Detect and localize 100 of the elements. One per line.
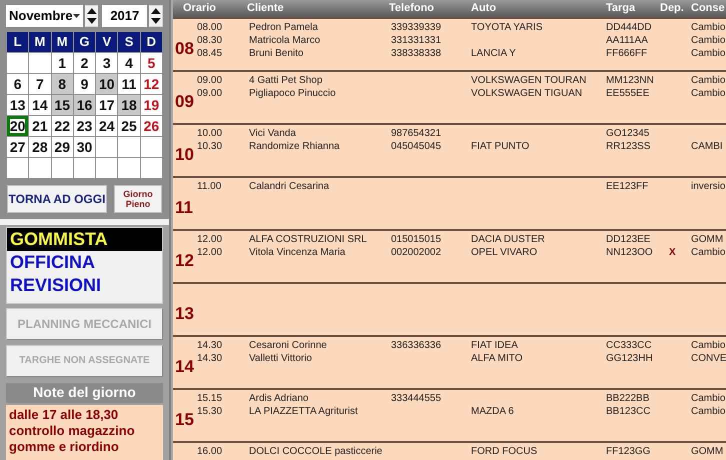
hour-label: 13: [175, 303, 194, 325]
plate-cell: GO12345: [606, 128, 650, 140]
hour-label: 08: [175, 38, 194, 60]
calendar-day[interactable]: 11: [118, 74, 140, 94]
plate-cell: NN123OO: [606, 247, 653, 259]
car-cell: VOLKSWAGEN TOURAN: [471, 75, 586, 87]
service-cell: inversio: [691, 181, 726, 193]
car-cell: OPEL VIVARO: [471, 247, 538, 259]
calendar-day[interactable]: 25: [118, 116, 140, 136]
calendar-day[interactable]: 30: [74, 137, 96, 157]
calendar-day[interactable]: 24: [96, 116, 118, 136]
calendar-day[interactable]: 21: [29, 116, 51, 136]
service-cell: Cambio: [691, 22, 726, 34]
time-cell: 14.30: [197, 353, 222, 365]
calendar-day[interactable]: 8: [52, 74, 73, 94]
calendar-day[interactable]: 5: [140, 53, 162, 73]
phone-cell: 339339339: [391, 22, 442, 34]
service-cell: Cambio: [691, 88, 726, 100]
hour-label: 11: [175, 197, 193, 219]
calendar-day[interactable]: 29: [52, 137, 73, 157]
calendar-day[interactable]: 16: [74, 95, 96, 115]
spinner-arrows-icon[interactable]: [149, 5, 163, 27]
month-text: Novembre: [9, 7, 73, 26]
weekday-header: M: [29, 32, 51, 52]
time-cell: 08.00: [197, 22, 222, 34]
column-header: Orario: [183, 1, 216, 16]
full-day-button[interactable]: Giorno Pieno: [114, 185, 162, 213]
today-button[interactable]: TORNA AD OGGI: [7, 185, 107, 213]
calendar-day[interactable]: 26: [140, 116, 162, 136]
service-cell: Cambio: [691, 406, 726, 418]
calendar-day[interactable]: 7: [29, 74, 51, 94]
calendar-day[interactable]: 6: [7, 74, 28, 94]
calendar-day[interactable]: 14: [29, 95, 51, 115]
dep-cell: X: [669, 247, 676, 259]
calendar-day[interactable]: 4: [118, 53, 140, 73]
client-cell: Ardis Adriano: [249, 393, 308, 405]
dropdown-caret-icon: [72, 14, 80, 18]
calendar-day[interactable]: 18: [118, 95, 140, 115]
calendar-day[interactable]: 9: [74, 74, 96, 94]
service-cell: CAMBI: [691, 141, 723, 153]
service-cell: Cambio: [691, 393, 726, 405]
calendar-day[interactable]: 19: [140, 95, 162, 115]
service-cell: GOMM: [691, 234, 724, 246]
car-cell: MAZDA 6: [471, 406, 514, 418]
department-item[interactable]: GOMMISTA: [7, 228, 162, 251]
column-header: Dep.: [660, 1, 684, 16]
calendar-day[interactable]: 22: [52, 116, 73, 136]
phone-cell: 331331331: [391, 35, 442, 47]
car-cell: FIAT IDEA: [471, 340, 518, 352]
plate-cell: FF123GG: [606, 446, 650, 458]
client-cell: Matricola Marco: [249, 35, 320, 47]
weekday-header: L: [7, 32, 28, 52]
calendar-day[interactable]: 3: [96, 53, 118, 73]
calendar-day[interactable]: 27: [7, 137, 28, 157]
client-cell: ALFA COSTRUZIONI SRL: [249, 234, 367, 246]
calendar-day[interactable]: 28: [29, 137, 51, 157]
column-header: Telefono: [389, 1, 434, 16]
plate-cell: AA111AA: [606, 35, 648, 47]
hour-label: 12: [175, 250, 194, 272]
phone-cell: 002002002: [391, 247, 442, 259]
service-cell: Cambio: [691, 247, 726, 259]
department-item[interactable]: REVISIONI: [7, 274, 162, 297]
plate-cell: RR123SS: [606, 141, 650, 153]
client-cell: Vitola Vincenza Maria: [249, 247, 346, 259]
service-cell: Cambio: [691, 75, 726, 87]
weekday-header: S: [118, 32, 140, 52]
hour-label: 14: [175, 356, 194, 378]
service-cell: Cambio: [691, 48, 726, 60]
calendar-day[interactable]: 20: [7, 116, 28, 136]
spinner-arrows-icon[interactable]: [84, 5, 98, 27]
calendar-day[interactable]: 2: [74, 53, 96, 73]
plate-cell: GG123HH: [606, 353, 653, 365]
plate-cell: CC333CC: [606, 340, 652, 352]
time-cell: 08.30: [197, 35, 222, 47]
weekday-header: D: [140, 32, 162, 52]
notes-header: Note del giorno: [6, 382, 163, 403]
client-cell: Bruni Benito: [249, 48, 304, 60]
calendar-day[interactable]: 10: [96, 74, 118, 94]
time-cell: 10.00: [197, 128, 222, 140]
column-header: Conse: [691, 1, 725, 16]
calendar-day[interactable]: 17: [96, 95, 118, 115]
car-cell: FIAT PUNTO: [471, 141, 530, 153]
department-item[interactable]: OFFICINA: [7, 250, 162, 274]
client-cell: Valletti Vittorio: [249, 353, 312, 365]
calendar-day[interactable]: 1: [52, 53, 73, 73]
calendar-day[interactable]: 15: [52, 95, 73, 115]
month-dropdown[interactable]: Novembre: [6, 5, 83, 27]
calendar-day[interactable]: 23: [74, 116, 96, 136]
year-field[interactable]: 2017: [102, 5, 148, 27]
service-cell: Cambio: [691, 340, 726, 352]
car-cell: ALFA MITO: [471, 353, 522, 365]
phone-cell: 336336336: [391, 340, 442, 352]
time-cell: 15.30: [197, 406, 222, 418]
calendar-day[interactable]: 12: [140, 74, 162, 94]
time-cell: 10.30: [197, 141, 222, 153]
plate-cell: FF666FF: [606, 48, 648, 60]
calendar-day[interactable]: 13: [7, 95, 28, 115]
service-cell: CONVE: [691, 353, 726, 365]
plate-cell: BB222BB: [606, 393, 650, 405]
weekday-header: G: [74, 32, 96, 52]
